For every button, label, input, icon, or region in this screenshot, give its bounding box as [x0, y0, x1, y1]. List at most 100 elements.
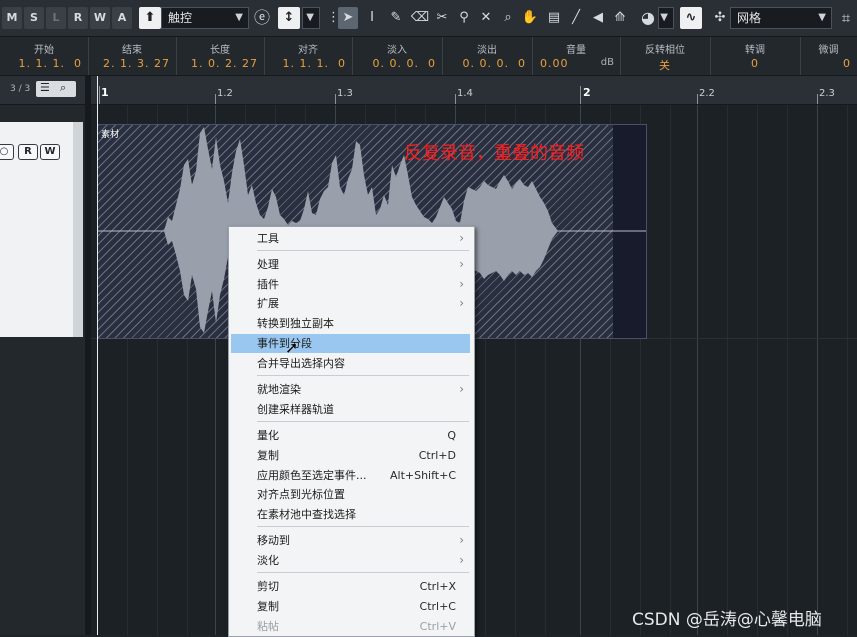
- infoline-snap[interactable]: 对齐 1. 1. 1. 0: [264, 37, 353, 75]
- menu-item-plugins[interactable]: 插件 ›: [231, 275, 470, 294]
- chevron-down-icon: ▼: [660, 12, 668, 23]
- infoline-fade-out[interactable]: 淡出 0. 0. 0. 0: [442, 37, 533, 75]
- listen-mode-button[interactable]: L: [46, 7, 66, 29]
- menu-item-label: 移动到: [257, 534, 290, 547]
- menu-item-copy[interactable]: 复制 Ctrl+C: [231, 597, 470, 616]
- infoline-phase[interactable]: 反转相位 关: [620, 37, 711, 75]
- nudge-icon[interactable]: ↕: [278, 7, 300, 29]
- infoline-label: 转调: [745, 45, 765, 56]
- menu-item-create-sampler-track[interactable]: 创建采样器轨道: [231, 400, 470, 419]
- menu-item-quantize[interactable]: 量化 Q: [231, 426, 470, 445]
- glue-tool-icon[interactable]: ⚲: [454, 7, 474, 29]
- menu-item-duplicate[interactable]: 复制 Ctrl+D: [231, 446, 470, 465]
- menu-item-find-in-pool[interactable]: 在素材池中查找选择: [231, 505, 470, 524]
- infoline-end[interactable]: 结束 2. 1. 3. 27: [88, 37, 177, 75]
- infoline-label: 淡入: [387, 45, 407, 56]
- mouse-pointer-icon: ➚: [285, 338, 299, 357]
- automation-mode-value: 触控: [168, 11, 193, 25]
- chevron-down-icon: ▼: [306, 12, 314, 23]
- list-icon[interactable]: ☰: [40, 81, 50, 94]
- color-dropdown[interactable]: ▼: [658, 7, 674, 29]
- infoline-start[interactable]: 开始 1. 1. 1. 0: [0, 37, 89, 75]
- write-mode-button[interactable]: W: [90, 7, 110, 29]
- menu-item-tools[interactable]: 工具 ›: [231, 229, 470, 248]
- object-selection-tool-icon[interactable]: ➤: [338, 7, 358, 29]
- grid-line: [727, 105, 728, 635]
- menu-item-convert-to-real-copy[interactable]: 转换到独立副本: [231, 314, 470, 333]
- menu-item-label: 剪切: [257, 580, 279, 593]
- infoline-finetune[interactable]: 微调 0: [800, 37, 857, 75]
- menu-item-cut[interactable]: 剪切 Ctrl+X: [231, 577, 470, 596]
- project-cursor[interactable]: [97, 76, 98, 635]
- infoline-volume[interactable]: 音量 0.00 dB: [532, 37, 621, 75]
- monitor-button[interactable]: ○: [0, 144, 14, 160]
- automation-mode-dropdown[interactable]: 触控 ▼: [161, 7, 249, 29]
- nudge-dropdown[interactable]: ▼: [302, 7, 320, 29]
- ruler-tick: [455, 94, 456, 104]
- menu-item-snap-point-to-cursor[interactable]: 对齐点到光标位置: [231, 485, 470, 504]
- automation-mode-button[interactable]: A: [112, 7, 132, 29]
- solo-mode-button[interactable]: S: [24, 7, 44, 29]
- comp-tool-icon[interactable]: ▤: [544, 7, 564, 29]
- read-automation-button[interactable]: R: [18, 144, 38, 160]
- menu-item-shortcut: Alt+Shift+C: [389, 469, 456, 482]
- menu-separator: [257, 421, 469, 422]
- audio-track[interactable]: ○ R W: [0, 122, 83, 337]
- submenu-arrow-icon: ›: [459, 231, 464, 245]
- infoline-value: 关: [659, 59, 671, 72]
- infoline-label: 开始: [34, 45, 54, 56]
- menu-item-shortcut: Ctrl+X: [419, 580, 456, 593]
- menu-item-label: 插件: [257, 278, 279, 291]
- menu-item-label: 处理: [257, 258, 279, 271]
- write-automation-button[interactable]: W: [40, 144, 60, 160]
- infoline-length[interactable]: 长度 1. 0. 2. 27: [176, 37, 265, 75]
- warp-tool-icon[interactable]: ⟰: [610, 7, 630, 29]
- range-selection-tool-icon[interactable]: Ⅰ: [362, 7, 382, 29]
- search-icon[interactable]: ⌕: [60, 81, 66, 95]
- infoline-label: 微调: [818, 45, 839, 56]
- snap-toggle-icon[interactable]: ∿: [680, 7, 702, 29]
- split-tool-icon[interactable]: ✂: [432, 7, 452, 29]
- menu-item-move-to[interactable]: 移动到 ›: [231, 531, 470, 550]
- mute-tool-icon[interactable]: ✕: [476, 7, 496, 29]
- menu-item-process[interactable]: 处理 ›: [231, 255, 470, 274]
- infoline-label: 对齐: [298, 45, 318, 56]
- menu-item-events-to-part[interactable]: 事件到分段: [231, 334, 470, 353]
- menu-item-label: 就地渲染: [257, 383, 301, 396]
- menu-item-label: 复制: [257, 600, 279, 613]
- annotation-text: 反复录音，重叠的音频: [404, 143, 584, 164]
- tool-group-icon: ⋮: [327, 10, 340, 25]
- read-mode-button[interactable]: R: [68, 7, 88, 29]
- submenu-arrow-icon: ›: [459, 553, 464, 567]
- submenu-arrow-icon: ›: [459, 382, 464, 396]
- draw-tool-icon[interactable]: ✎: [386, 7, 406, 29]
- automation-icon[interactable]: ⬆: [139, 7, 161, 29]
- timeline-ruler[interactable]: 1 1.2 1.3 1.4 2 2.2 2.3: [91, 76, 857, 105]
- ruler-label: 2.2: [699, 88, 715, 99]
- snap-type-dropdown[interactable]: 网格 ▼: [730, 7, 832, 29]
- ruler-label: 1.4: [457, 88, 473, 99]
- infoline-fade-in[interactable]: 淡入 0. 0. 0. 0: [352, 37, 443, 75]
- grid-line: [817, 105, 818, 635]
- ruler-tick: [697, 94, 698, 104]
- zoom-tool-icon[interactable]: ⌕: [498, 7, 518, 29]
- grid-line: [697, 105, 698, 635]
- menu-item-bounce-selection[interactable]: 合并导出选择内容: [231, 354, 470, 373]
- ruler-tick: [817, 94, 818, 104]
- menu-item-fades[interactable]: 淡化 ›: [231, 551, 470, 570]
- infoline-unit: dB: [600, 57, 614, 68]
- menu-item-extensions[interactable]: 扩展 ›: [231, 294, 470, 313]
- ruler-label: 2: [583, 86, 591, 99]
- grid-quantize-icon[interactable]: ⌗: [836, 7, 856, 29]
- mute-mode-button[interactable]: M: [2, 7, 22, 29]
- line-tool-icon[interactable]: ╱: [566, 7, 586, 29]
- menu-item-render-in-place[interactable]: 就地渲染 ›: [231, 380, 470, 399]
- color-icon[interactable]: ◕: [638, 7, 658, 29]
- erase-tool-icon[interactable]: ⌫: [410, 7, 430, 29]
- e-icon[interactable]: ⓔ: [252, 7, 272, 29]
- menu-item-apply-color[interactable]: 应用颜色至选定事件... Alt+Shift+C: [231, 466, 470, 485]
- hand-tool-icon[interactable]: ✋: [520, 7, 540, 29]
- speaker-tool-icon[interactable]: ◀: [588, 7, 608, 29]
- infoline-transpose[interactable]: 转调 0: [710, 37, 801, 75]
- menu-item-label: 扩展: [257, 297, 279, 310]
